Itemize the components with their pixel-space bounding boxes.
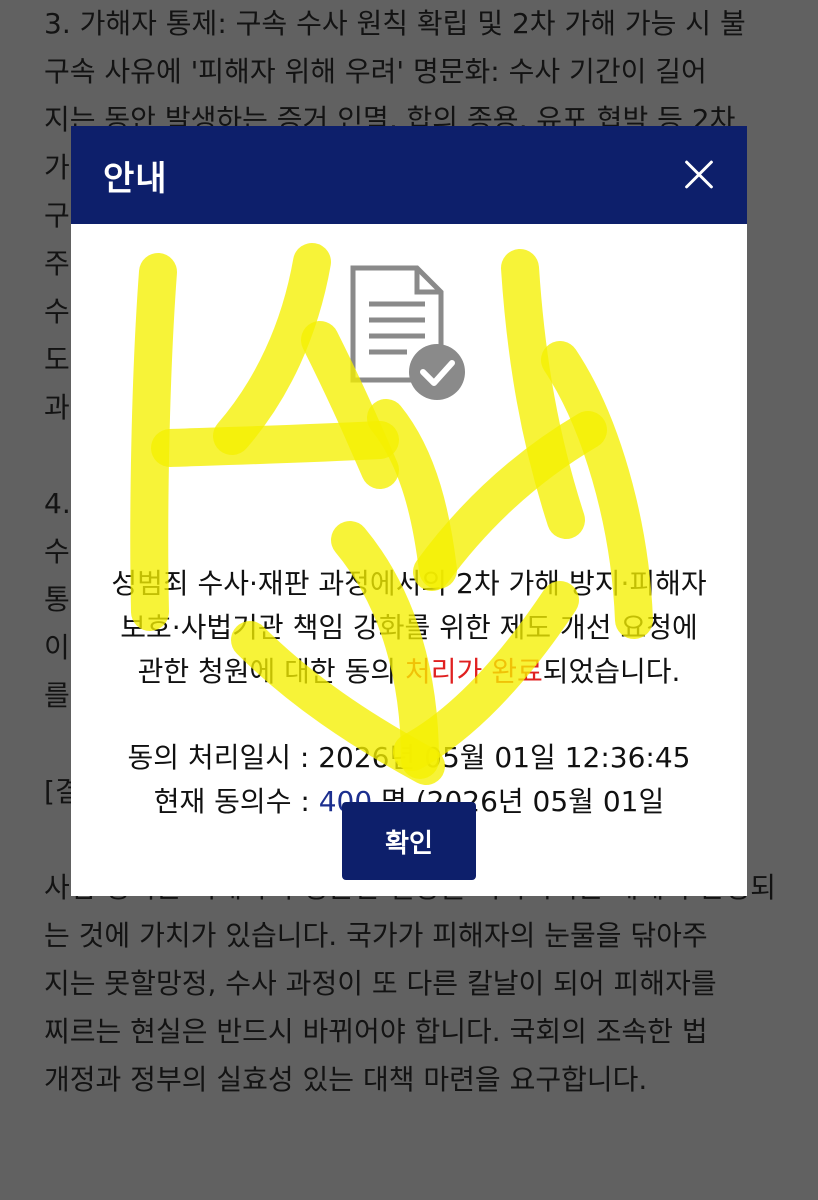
close-icon[interactable] <box>679 155 719 195</box>
processed-line: 동의 처리일시 : 2026년 05월 01일 12:36:45 <box>111 736 707 780</box>
document-check-icon <box>350 265 465 400</box>
notice-dialog: 안내 성범죄 수사·재판 과정에서의 2차 가해 방지·피해자 보호·사법기관 … <box>71 126 747 896</box>
processed-value: 2026년 05월 01일 12:36:45 <box>318 741 691 774</box>
count-label: 현재 동의수 : <box>153 785 319 818</box>
message-text-end: 되었습니다. <box>542 655 681 688</box>
dialog-title: 안내 <box>103 158 168 199</box>
message-highlight: 처리가 완료 <box>405 655 543 688</box>
confirm-button[interactable]: 확인 <box>342 802 476 880</box>
dialog-header: 안내 <box>71 126 747 224</box>
dialog-body: 성범죄 수사·재판 과정에서의 2차 가해 방지·피해자 보호·사법기관 책임 … <box>71 224 747 896</box>
processed-label: 동의 처리일시 : <box>127 741 319 774</box>
completion-message: 성범죄 수사·재판 과정에서의 2차 가해 방지·피해자 보호·사법기관 책임 … <box>111 562 707 694</box>
